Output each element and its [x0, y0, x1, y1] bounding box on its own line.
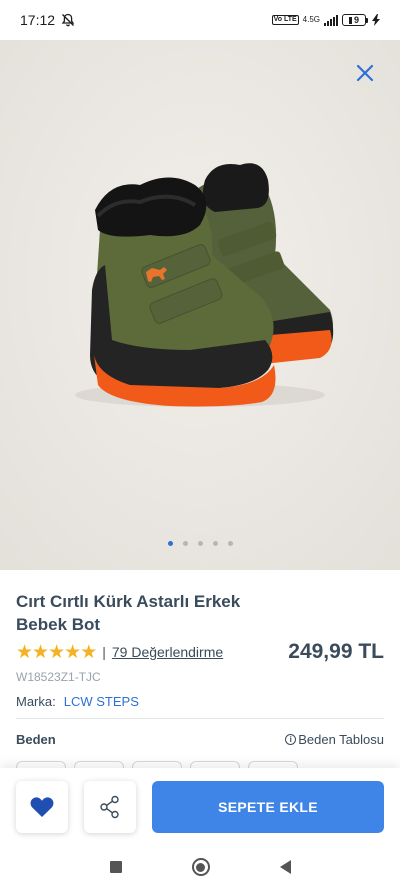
- star-icon: ★: [32, 641, 49, 663]
- star-icon: ★: [64, 641, 81, 663]
- nav-recents-icon[interactable]: [109, 861, 122, 873]
- charging-icon: [372, 14, 380, 26]
- rating-row: ★★★★★ | 79 Değerlendirme 249,99 TL: [16, 640, 384, 664]
- add-to-cart-button[interactable]: SEPETE EKLE: [152, 781, 384, 833]
- product-price: 249,99 TL: [288, 640, 384, 663]
- close-icon[interactable]: [354, 62, 376, 84]
- star-icon: ★: [16, 641, 33, 663]
- size-table-link[interactable]: i Beden Tablosu: [285, 732, 384, 747]
- network-type: 4.5G: [302, 15, 320, 24]
- status-right: Vo LTE 4.5G 9: [271, 14, 380, 26]
- share-icon: [100, 795, 119, 819]
- battery-icon: 9: [342, 14, 368, 26]
- product-image: [0, 40, 400, 570]
- image-pagination: [0, 541, 400, 546]
- size-table-label: Beden Tablosu: [298, 732, 384, 747]
- star-icon: ★: [48, 641, 65, 663]
- volte-badge: Vo LTE: [271, 15, 299, 25]
- nav-home-icon[interactable]: [191, 858, 210, 876]
- pagination-dot[interactable]: [197, 541, 203, 546]
- heart-icon: [30, 797, 54, 817]
- product-sku: W18523Z1-TJC: [16, 670, 101, 684]
- brand-link[interactable]: LCW STEPS: [64, 694, 139, 709]
- status-bar: 17:12 Vo LTE 4.5G 9: [0, 0, 400, 40]
- share-button[interactable]: [84, 781, 136, 833]
- pagination-dot[interactable]: [167, 541, 173, 546]
- system-nav-bar: [0, 846, 400, 888]
- battery-level: 9: [353, 15, 359, 25]
- pagination-dot[interactable]: [227, 541, 233, 546]
- product-image-gallery[interactable]: [0, 40, 400, 570]
- size-header: Beden i Beden Tablosu: [16, 732, 384, 747]
- reviews-link[interactable]: 79 Değerlendirme: [112, 644, 223, 660]
- star-icon: ★: [80, 641, 97, 663]
- size-section: Beden i Beden Tablosu: [16, 732, 384, 773]
- info-icon: i: [285, 734, 297, 745]
- bell-off-icon: [61, 13, 75, 27]
- pagination-dot[interactable]: [182, 541, 188, 546]
- star-rating: ★★★★★: [16, 641, 97, 664]
- pagination-dot[interactable]: [212, 541, 218, 546]
- favorite-button[interactable]: [16, 781, 68, 833]
- brand-row: Marka: LCW STEPS: [16, 694, 384, 709]
- size-label: Beden: [16, 732, 56, 747]
- status-time: 17:12: [20, 12, 56, 28]
- status-left: 17:12: [20, 12, 75, 28]
- product-title: Cırt Cırtlı Kürk Astarlı Erkek Bebek Bot: [16, 592, 241, 634]
- product-info: Cırt Cırtlı Kürk Astarlı Erkek Bebek Bot…: [16, 590, 384, 709]
- divider: [16, 718, 384, 719]
- action-bar: SEPETE EKLE: [0, 768, 400, 846]
- signal-icon: [324, 14, 338, 26]
- separator: |: [102, 644, 106, 660]
- nav-back-icon[interactable]: [279, 860, 291, 874]
- rating-summary[interactable]: ★★★★★ | 79 Değerlendirme: [16, 641, 223, 664]
- brand-label: Marka:: [16, 694, 56, 709]
